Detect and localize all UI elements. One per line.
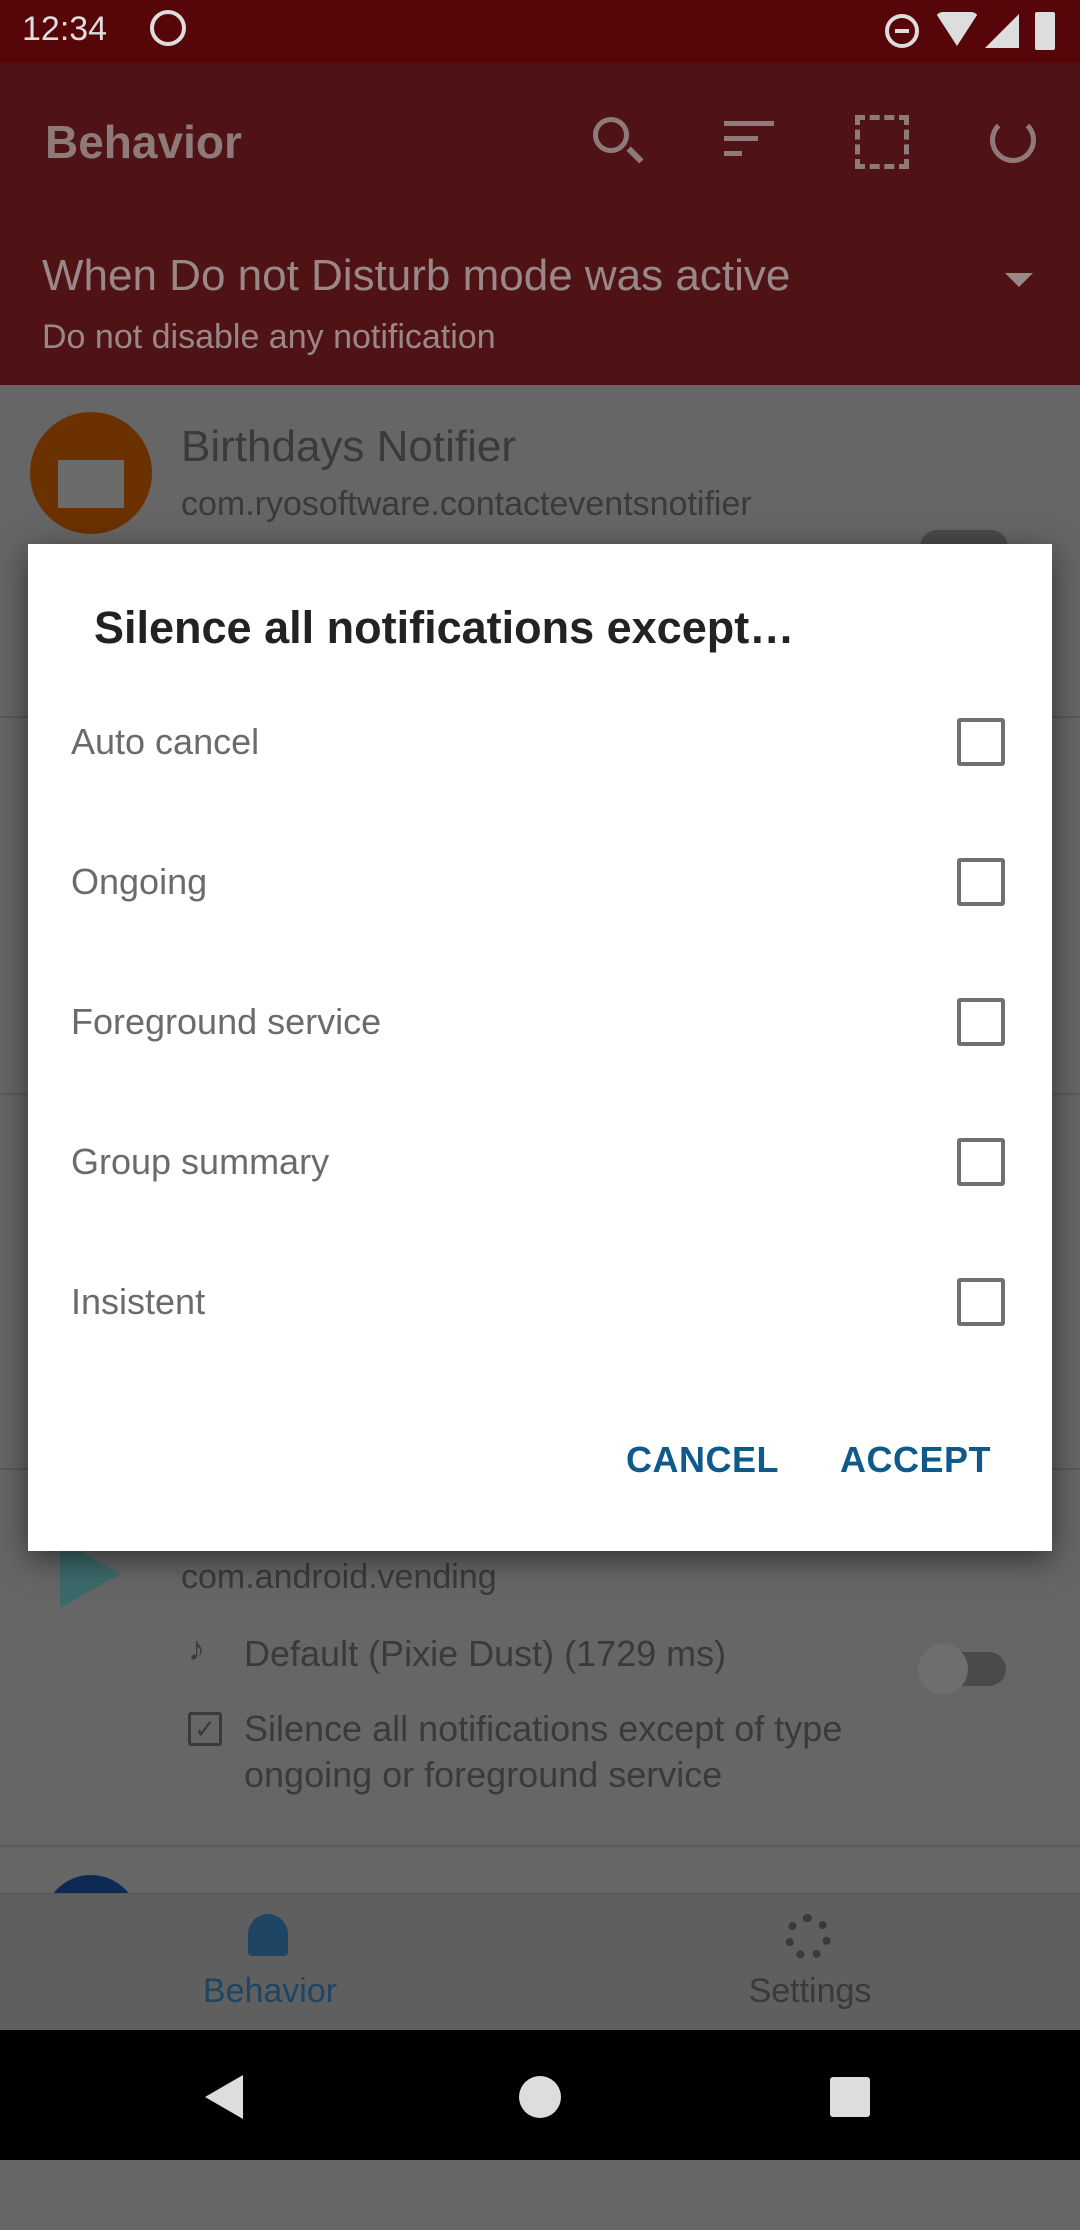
refresh-icon[interactable] xyxy=(990,117,1036,163)
app-name: Birthdays Notifier xyxy=(181,422,517,471)
back-icon[interactable] xyxy=(205,2075,243,2119)
spinner-title: When Do not Disturb mode was active xyxy=(42,251,791,300)
music-note-icon: ♪ xyxy=(188,1630,205,1668)
recents-icon[interactable] xyxy=(830,2077,870,2117)
option-label: Ongoing xyxy=(71,861,208,902)
app-bar: Behavior When Do not Disturb mode was ac… xyxy=(0,63,1080,385)
sound-label: Default (Pixie Dust) (1729 ms) xyxy=(244,1633,727,1674)
option-label: Insistent xyxy=(71,1281,206,1322)
accept-button[interactable]: ACCEPT xyxy=(840,1439,991,1481)
divider xyxy=(0,1845,1080,1847)
select-all-icon[interactable] xyxy=(855,115,909,169)
dnd-icon xyxy=(885,14,919,48)
page-title: Behavior xyxy=(45,116,242,168)
option-ongoing[interactable]: Ongoing xyxy=(28,812,1052,952)
gear-icon xyxy=(785,1914,831,1960)
tab-behavior[interactable]: Behavior xyxy=(0,1894,540,2031)
checkbox[interactable] xyxy=(957,998,1005,1046)
option-label: Auto cancel xyxy=(71,721,260,762)
wifi-icon xyxy=(935,12,979,46)
tab-label: Behavior xyxy=(202,1972,338,2010)
silence-dialog: Silence all notifications except… Auto c… xyxy=(28,544,1052,1551)
toggle-switch[interactable] xyxy=(918,1644,1006,1694)
birthday-cake-icon xyxy=(30,412,152,534)
search-icon[interactable] xyxy=(593,117,644,164)
option-insistent[interactable]: Insistent xyxy=(28,1232,1052,1372)
spinner-subtitle: Do not disable any notification xyxy=(42,318,496,356)
option-label: Foreground service xyxy=(71,1001,382,1042)
checkbox[interactable] xyxy=(957,1278,1005,1326)
checkbox-checked-icon: ✓ xyxy=(188,1712,222,1746)
option-foreground-service[interactable]: Foreground service xyxy=(28,952,1052,1092)
option-group-summary[interactable]: Group summary xyxy=(28,1092,1052,1232)
checkbox[interactable] xyxy=(957,858,1005,906)
rule-label: Silence all notifications except of type… xyxy=(244,1708,843,1795)
signal-icon xyxy=(985,14,1019,48)
tab-label: Settings xyxy=(748,1972,872,2010)
app-notification-icon xyxy=(150,10,186,46)
bottom-navigation: Behavior Settings xyxy=(0,1893,1080,2030)
sort-icon[interactable] xyxy=(724,121,774,156)
battery-icon xyxy=(1035,12,1055,50)
option-label: Group summary xyxy=(71,1141,330,1182)
clock: 12:34 xyxy=(22,10,108,48)
dnd-spinner[interactable]: When Do not Disturb mode was active Do n… xyxy=(0,223,1080,385)
bell-check-icon xyxy=(248,1914,288,1956)
checkbox[interactable] xyxy=(957,1138,1005,1186)
app-package: com.android.vending xyxy=(181,1558,497,1596)
app-package: com.ryosoftware.contacteventsnotifier xyxy=(181,485,752,523)
cancel-button[interactable]: CANCEL xyxy=(626,1439,779,1481)
option-auto-cancel[interactable]: Auto cancel xyxy=(28,672,1052,812)
tab-settings[interactable]: Settings xyxy=(540,1894,1080,2031)
system-navigation-bar xyxy=(0,2030,1080,2160)
status-bar: 12:34 xyxy=(0,0,1080,63)
checkbox[interactable] xyxy=(957,718,1005,766)
dialog-title: Silence all notifications except… xyxy=(94,602,795,653)
home-icon[interactable] xyxy=(519,2076,561,2118)
chevron-down-icon xyxy=(1005,273,1033,287)
